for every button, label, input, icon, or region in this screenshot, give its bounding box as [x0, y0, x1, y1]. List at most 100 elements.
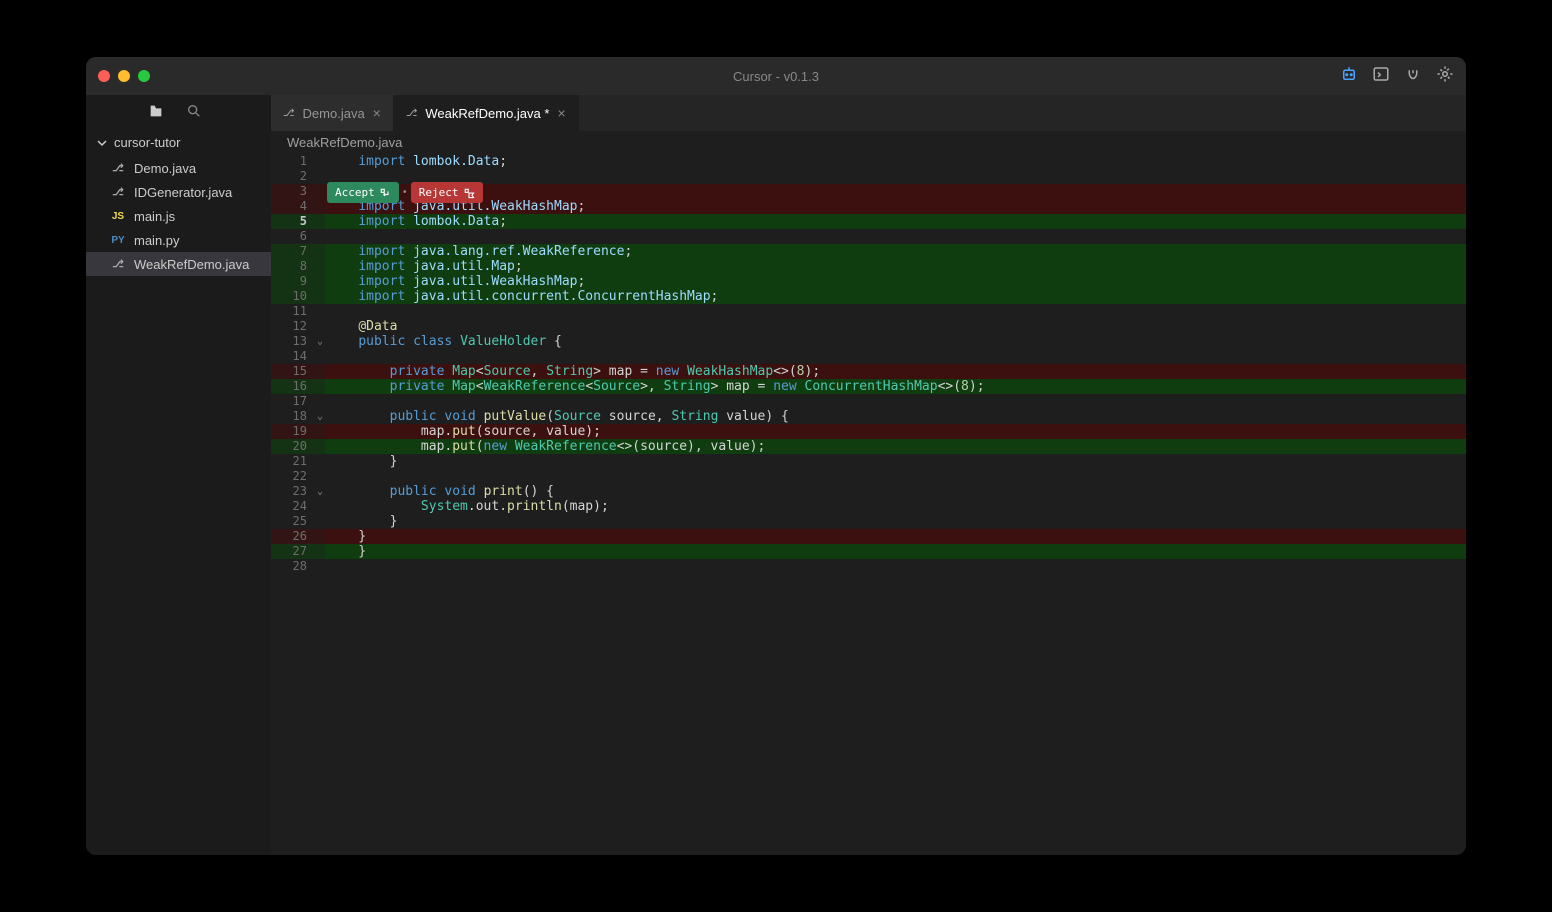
line-number: 17: [271, 394, 325, 409]
line-number: 21: [271, 454, 325, 469]
code-line[interactable]: 10 import java.util.concurrent.Concurren…: [271, 289, 1466, 304]
code-content: public void print() {: [325, 484, 1466, 499]
code-content: [325, 559, 1466, 574]
line-number: 14: [271, 349, 325, 364]
file-list: ⎇Demo.java⎇IDGenerator.javaJSmain.jsPYma…: [86, 154, 271, 278]
code-line[interactable]: 22: [271, 469, 1466, 484]
code-line[interactable]: 14: [271, 349, 1466, 364]
code-editor[interactable]: Accept • Reject 1 import lombok.Data;2 3…: [271, 154, 1466, 855]
code-content: private Map<WeakReference<Source>, Strin…: [325, 379, 1466, 394]
code-content: [325, 469, 1466, 484]
line-number: 15: [271, 364, 325, 379]
fold-icon[interactable]: ⌄: [317, 409, 323, 424]
code-content: map.put(source, value);: [325, 424, 1466, 439]
file-item[interactable]: ⎇WeakRefDemo.java: [86, 252, 271, 276]
line-number: 25: [271, 514, 325, 529]
close-window-button[interactable]: [98, 70, 110, 82]
code-line[interactable]: 9 import java.util.WeakHashMap;: [271, 274, 1466, 289]
code-content: [325, 169, 1466, 184]
cmd-delete-icon: [463, 187, 475, 199]
code-line[interactable]: 27 }: [271, 544, 1466, 559]
separator: •: [402, 185, 408, 200]
code-line[interactable]: 23⌄ public void print() {: [271, 484, 1466, 499]
code-content: [325, 304, 1466, 319]
code-content: import java.lang.ref.WeakReference;: [325, 244, 1466, 259]
main-area: ⎇Demo.java×⎇WeakRefDemo.java *× WeakRefD…: [271, 95, 1466, 855]
code-line[interactable]: 20 map.put(new WeakReference<>(source), …: [271, 439, 1466, 454]
maximize-window-button[interactable]: [138, 70, 150, 82]
code-line[interactable]: 18⌄ public void putValue(Source source, …: [271, 409, 1466, 424]
code-line[interactable]: 13⌄ public class ValueHolder {: [271, 334, 1466, 349]
line-number: 10: [271, 289, 325, 304]
code-line[interactable]: 16 private Map<WeakReference<Source>, St…: [271, 379, 1466, 394]
line-number: 28: [271, 559, 325, 574]
code-content: map.put(new WeakReference<>(source), val…: [325, 439, 1466, 454]
line-number: 6: [271, 229, 325, 244]
explorer-icon[interactable]: [148, 103, 164, 124]
code-line[interactable]: 21 }: [271, 454, 1466, 469]
code-content: [325, 184, 1466, 199]
line-number: 16: [271, 379, 325, 394]
fold-icon[interactable]: ⌄: [317, 334, 323, 349]
code-line[interactable]: 17: [271, 394, 1466, 409]
reject-button[interactable]: Reject: [411, 182, 483, 203]
minimize-window-button[interactable]: [118, 70, 130, 82]
line-number: 12: [271, 319, 325, 334]
code-content: import lombok.Data;: [325, 154, 1466, 169]
line-number: 22: [271, 469, 325, 484]
file-item[interactable]: PYmain.py: [86, 228, 271, 252]
folder-header[interactable]: cursor-tutor: [86, 131, 271, 154]
code-line[interactable]: 28: [271, 559, 1466, 574]
line-number: 18⌄: [271, 409, 325, 424]
code-line[interactable]: 6: [271, 229, 1466, 244]
code-line[interactable]: 1 import lombok.Data;: [271, 154, 1466, 169]
robot-icon[interactable]: [1340, 65, 1358, 88]
fold-icon[interactable]: ⌄: [317, 484, 323, 499]
code-content: import java.util.WeakHashMap;: [325, 199, 1466, 214]
wave-icon[interactable]: [1404, 65, 1422, 88]
editor-tab[interactable]: ⎇WeakRefDemo.java *×: [394, 95, 579, 131]
code-line[interactable]: 15 private Map<Source, String> map = new…: [271, 364, 1466, 379]
code-content: [325, 394, 1466, 409]
line-number: 7: [271, 244, 325, 259]
line-number: 13⌄: [271, 334, 325, 349]
line-number: 9: [271, 274, 325, 289]
code-line[interactable]: 7 import java.lang.ref.WeakReference;: [271, 244, 1466, 259]
code-content: [325, 349, 1466, 364]
code-content: import lombok.Data;: [325, 214, 1466, 229]
close-tab-icon[interactable]: ×: [373, 105, 381, 121]
line-number: 11: [271, 304, 325, 319]
code-content: public void putValue(Source source, Stri…: [325, 409, 1466, 424]
close-tab-icon[interactable]: ×: [557, 105, 565, 121]
file-item[interactable]: ⎇IDGenerator.java: [86, 180, 271, 204]
titlebar: Cursor - v0.1.3: [86, 57, 1466, 95]
breadcrumb: WeakRefDemo.java: [271, 131, 1466, 154]
line-number: 5: [271, 214, 325, 229]
search-icon[interactable]: [186, 103, 202, 124]
code-content: import java.util.concurrent.ConcurrentHa…: [325, 289, 1466, 304]
window-title: Cursor - v0.1.3: [733, 69, 819, 84]
code-content: public class ValueHolder {: [325, 334, 1466, 349]
code-line[interactable]: 11: [271, 304, 1466, 319]
line-number: 1: [271, 154, 325, 169]
code-line[interactable]: 5 import lombok.Data;: [271, 214, 1466, 229]
chevron-down-icon: [96, 137, 108, 149]
line-number: 20: [271, 439, 325, 454]
code-line[interactable]: 26 }: [271, 529, 1466, 544]
terminal-icon[interactable]: [1372, 65, 1390, 88]
code-content: }: [325, 454, 1466, 469]
tab-bar: ⎇Demo.java×⎇WeakRefDemo.java *×: [271, 95, 1466, 131]
editor-tab[interactable]: ⎇Demo.java×: [271, 95, 394, 131]
code-line[interactable]: 12 @Data: [271, 319, 1466, 334]
file-item[interactable]: ⎇Demo.java: [86, 156, 271, 180]
file-item[interactable]: JSmain.js: [86, 204, 271, 228]
code-line[interactable]: 24 System.out.println(map);: [271, 499, 1466, 514]
app-window: Cursor - v0.1.3 cursor-tutor ⎇Demo.java⎇…: [86, 57, 1466, 855]
settings-icon[interactable]: [1436, 65, 1454, 88]
code-line[interactable]: 25 }: [271, 514, 1466, 529]
code-content: import java.util.WeakHashMap;: [325, 274, 1466, 289]
code-content: import java.util.Map;: [325, 259, 1466, 274]
code-line[interactable]: 8 import java.util.Map;: [271, 259, 1466, 274]
accept-button[interactable]: Accept: [327, 182, 399, 203]
code-line[interactable]: 19 map.put(source, value);: [271, 424, 1466, 439]
